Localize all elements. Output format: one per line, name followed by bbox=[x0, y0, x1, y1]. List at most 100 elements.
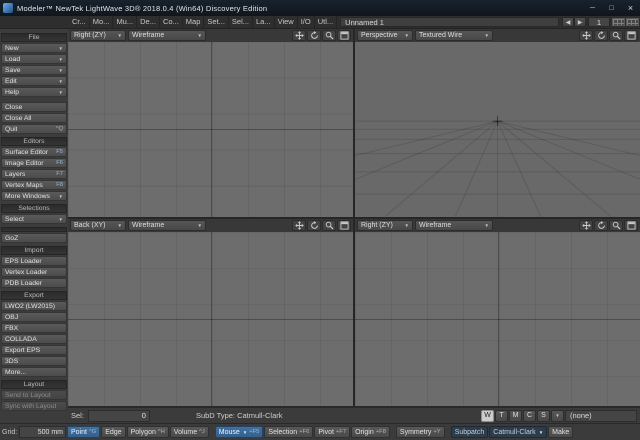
tab-de[interactable]: De... bbox=[137, 16, 160, 28]
sidebar-item-vertex-loader[interactable]: Vertex Loader bbox=[1, 267, 67, 277]
layer-number[interactable]: 1 bbox=[588, 17, 610, 27]
sidebar-item-more[interactable]: More... bbox=[1, 367, 67, 377]
viewport-canvas-perspective[interactable] bbox=[355, 42, 640, 217]
tab-mu[interactable]: Mu... bbox=[113, 16, 137, 28]
sidebar-item-edit[interactable]: Edit▼ bbox=[1, 76, 67, 86]
sidebar-item-load[interactable]: Load▼ bbox=[1, 54, 67, 64]
sidebar-item-3ds[interactable]: 3DS bbox=[1, 356, 67, 366]
symmetry-toggle-label: Symmetry bbox=[400, 429, 432, 436]
render-mode-dropdown[interactable]: Wireframe ▼ bbox=[128, 220, 206, 231]
subpatch-button[interactable]: Subpatch bbox=[451, 426, 489, 438]
layer-bank-fg-icon[interactable] bbox=[612, 18, 625, 26]
vmap-c-button[interactable]: C bbox=[523, 410, 536, 422]
pan-icon[interactable] bbox=[292, 30, 306, 41]
action-center-mouse[interactable]: Mouse▼+F5 bbox=[215, 426, 264, 438]
selection-mode-edge[interactable]: Edge bbox=[101, 426, 125, 438]
action-center-origin[interactable]: Origin+F8 bbox=[351, 426, 390, 438]
rotate-icon[interactable] bbox=[307, 30, 321, 41]
view-type-dropdown[interactable]: Perspective ▼ bbox=[357, 30, 413, 41]
action-center-pivot[interactable]: Pivot+F7 bbox=[314, 426, 350, 438]
render-mode-dropdown[interactable]: Wireframe ▼ bbox=[128, 30, 206, 41]
make-button[interactable]: Make bbox=[548, 426, 573, 438]
sidebar-item-new[interactable]: New▼ bbox=[1, 43, 67, 53]
maximize-icon[interactable]: □ bbox=[602, 0, 621, 16]
close-icon[interactable]: × bbox=[621, 0, 640, 16]
render-mode-dropdown[interactable]: Textured Wire ▼ bbox=[415, 30, 493, 41]
viewport-canvas-back[interactable] bbox=[68, 232, 353, 407]
sidebar-item-layers[interactable]: LayersF7 bbox=[1, 169, 67, 179]
rotate-icon[interactable] bbox=[594, 220, 608, 231]
zoom-icon[interactable] bbox=[609, 220, 623, 231]
tab-map[interactable]: Map bbox=[183, 16, 205, 28]
sidebar-item-pdb-loader[interactable]: PDB Loader bbox=[1, 278, 67, 288]
vmap-m-button[interactable]: M bbox=[509, 410, 522, 422]
sidebar-item-goz[interactable]: GoZ bbox=[1, 233, 67, 243]
sidebar-item-collada[interactable]: COLLADA bbox=[1, 334, 67, 344]
sidebar-item-select[interactable]: Select▼ bbox=[1, 214, 67, 224]
tab-set[interactable]: Set... bbox=[204, 16, 229, 28]
tab-la[interactable]: La... bbox=[253, 16, 275, 28]
action-center-selection[interactable]: Selection+F6 bbox=[264, 426, 313, 438]
sidebar-item-save[interactable]: Save▼ bbox=[1, 65, 67, 75]
shortcut-hint: ^Q bbox=[56, 126, 63, 132]
sidebar-item-eps-loader[interactable]: EPS Loader bbox=[1, 256, 67, 266]
layer-bank-bg-icon[interactable] bbox=[626, 18, 639, 26]
sidebar-item-label: EPS Loader bbox=[5, 258, 42, 265]
tab-utl[interactable]: Utl... bbox=[315, 16, 337, 28]
layer-next-button[interactable]: ▶ bbox=[574, 17, 586, 27]
sidebar-item-fbx[interactable]: FBX bbox=[1, 323, 67, 333]
tab-sel[interactable]: Sel... bbox=[229, 16, 253, 28]
sidebar-item-vertex-maps[interactable]: Vertex MapsF8 bbox=[1, 180, 67, 190]
sidebar-item-image-editor[interactable]: Image EditorF6 bbox=[1, 158, 67, 168]
sidebar-item-label: More Windows bbox=[5, 193, 50, 200]
sidebar-item-lwo2-lw2015[interactable]: LWO2 (LW2015) bbox=[1, 301, 67, 311]
maximize-icon[interactable] bbox=[337, 30, 351, 41]
maximize-icon[interactable] bbox=[624, 30, 638, 41]
viewport-top-left: Right (ZY) ▼ Wireframe ▼ bbox=[68, 29, 353, 217]
maximize-icon[interactable] bbox=[624, 220, 638, 231]
selection-mode-volume[interactable]: Volume^J bbox=[170, 426, 209, 438]
pan-icon[interactable] bbox=[292, 220, 306, 231]
render-mode-dropdown[interactable]: Wireframe ▼ bbox=[415, 220, 493, 231]
sidebar-item-quit[interactable]: Quit^Q bbox=[1, 124, 67, 134]
view-type-dropdown[interactable]: Right (ZY) ▼ bbox=[357, 220, 413, 231]
tab-mo[interactable]: Mo... bbox=[90, 16, 114, 28]
minimize-icon[interactable]: ─ bbox=[583, 0, 602, 16]
pan-icon[interactable] bbox=[579, 220, 593, 231]
selection-mode-polygon[interactable]: Polygon^H bbox=[127, 426, 169, 438]
vmap-s-button[interactable]: S bbox=[537, 410, 550, 422]
zoom-icon[interactable] bbox=[322, 30, 336, 41]
vmap-w-button[interactable]: W bbox=[481, 410, 494, 422]
viewport-bottom-left: Back (XY) ▼ Wireframe ▼ bbox=[68, 219, 353, 407]
rotate-icon[interactable] bbox=[594, 30, 608, 41]
vmap-selector[interactable]: (none) bbox=[565, 410, 637, 422]
subd-type-dropdown[interactable]: Catmull-Clark▼ bbox=[489, 426, 547, 438]
sidebar-item-help[interactable]: Help▼ bbox=[1, 87, 67, 97]
vmap-t-button[interactable]: T bbox=[495, 410, 508, 422]
sidebar-item-obj[interactable]: OBJ bbox=[1, 312, 67, 322]
tab-co[interactable]: Co... bbox=[160, 16, 183, 28]
rotate-icon[interactable] bbox=[307, 220, 321, 231]
view-type-dropdown[interactable]: Right (ZY) ▼ bbox=[70, 30, 126, 41]
tab-i-o[interactable]: I/O bbox=[298, 16, 315, 28]
symmetry-toggle[interactable]: Symmetry+Y bbox=[396, 426, 445, 438]
tab-cr[interactable]: Cr... bbox=[69, 16, 90, 28]
selection-mode-point[interactable]: Point^G bbox=[67, 426, 100, 438]
maximize-icon[interactable] bbox=[337, 220, 351, 231]
zoom-icon[interactable] bbox=[322, 220, 336, 231]
tab-view[interactable]: View bbox=[275, 16, 298, 28]
sidebar-item-export-eps[interactable]: Export EPS bbox=[1, 345, 67, 355]
viewport-canvas-right2[interactable] bbox=[355, 232, 640, 407]
view-type-dropdown[interactable]: Back (XY) ▼ bbox=[70, 220, 126, 231]
sidebar-item-close-all[interactable]: Close All bbox=[1, 113, 67, 123]
zoom-icon[interactable] bbox=[609, 30, 623, 41]
object-selector[interactable]: Unnamed 1 bbox=[340, 17, 559, 27]
sidebar-item-more-windows[interactable]: More Windows▼ bbox=[1, 191, 67, 201]
sidebar-item-close[interactable]: Close bbox=[1, 102, 67, 112]
vmap-dropdown-button[interactable]: ▼ bbox=[551, 410, 564, 422]
sidebar-item-surface-editor[interactable]: Surface EditorF5 bbox=[1, 147, 67, 157]
layer-prev-button[interactable]: ◀ bbox=[562, 17, 574, 27]
shortcut-hint: +F5 bbox=[249, 429, 259, 435]
pan-icon[interactable] bbox=[579, 30, 593, 41]
viewport-canvas-right[interactable] bbox=[68, 42, 353, 217]
